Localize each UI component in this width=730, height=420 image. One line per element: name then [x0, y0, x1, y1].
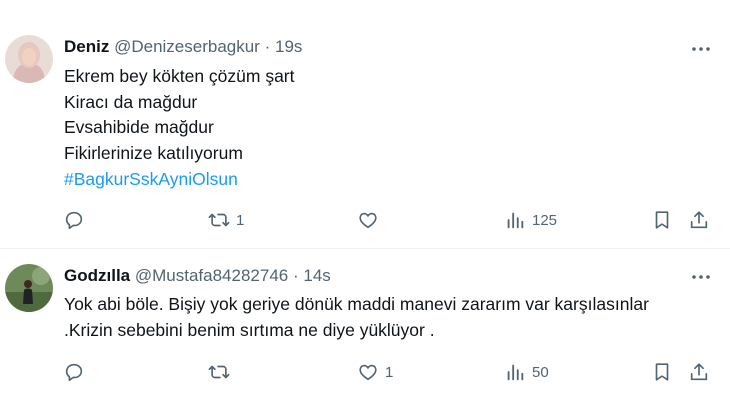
display-name[interactable]: Deniz [64, 37, 109, 56]
retweet-icon [208, 365, 230, 379]
avatar[interactable] [5, 35, 53, 83]
like-count: 1 [385, 363, 394, 381]
user-handle[interactable]: @Mustafa84282746 [135, 266, 288, 285]
display-name[interactable]: Godzılla [64, 266, 130, 285]
bookmark-button[interactable] [651, 357, 673, 387]
bookmark-icon [655, 363, 669, 381]
tweet-text: Yok abi böle. Bişiy yok geriye dönük mad… [64, 292, 649, 343]
tweet-text-line: .Krizin sebebini benim sırtıma ne diye y… [64, 319, 435, 340]
views-count: 125 [532, 211, 558, 229]
action-bar: 1 125 [0, 205, 730, 235]
reply-icon [65, 363, 83, 382]
like-icon [359, 212, 377, 229]
share-icon [690, 363, 708, 381]
tweet-header: Godzılla @Mustafa84282746 · 14s [64, 266, 331, 286]
share-button[interactable] [688, 357, 710, 387]
separator-dot: · [292, 266, 299, 285]
share-button[interactable] [688, 205, 710, 235]
tweet-text-line: Ekrem bey kökten çözüm şart [64, 66, 295, 86]
tweet[interactable]: Godzılla @Mustafa84282746 · 14s Yok abi … [0, 249, 730, 420]
views-button[interactable]: 50 [504, 357, 549, 387]
tweet-text-line: Kiracı da mağdur [64, 91, 198, 112]
like-button[interactable] [357, 205, 385, 235]
like-button[interactable]: 1 [357, 357, 393, 387]
more-icon[interactable] [690, 266, 712, 288]
retweet-count: 1 [236, 211, 245, 229]
tweet-text: Ekrem bey kökten çözüm şart Kiracı da ma… [64, 64, 295, 193]
bookmark-icon [655, 211, 669, 229]
action-bar: 1 50 [0, 357, 730, 387]
reply-button[interactable] [63, 357, 85, 387]
share-icon [690, 211, 708, 229]
views-icon [507, 364, 524, 381]
separator-dot: · [264, 37, 271, 56]
avatar[interactable] [5, 264, 53, 312]
timestamp[interactable]: 19s [275, 37, 302, 56]
like-icon [359, 364, 377, 381]
views-count: 50 [532, 363, 549, 381]
user-handle[interactable]: @Denizeserbagkur [114, 37, 260, 56]
hashtag-link[interactable]: #BagkurSskAyniOlsun [64, 167, 295, 193]
tweet-text-line: Fikirlerinize katılıyorum [64, 143, 243, 164]
timestamp[interactable]: 14s [303, 266, 330, 285]
reply-icon [65, 211, 83, 230]
reply-button[interactable] [63, 205, 85, 235]
bookmark-button[interactable] [651, 205, 673, 235]
tweet-text-line: Yok abi böle. Bişiy yok geriye dönük mad… [64, 294, 649, 314]
retweet-button[interactable]: 1 [208, 205, 244, 235]
tweet-header: Deniz @Denizeserbagkur · 19s [64, 37, 302, 57]
views-icon [507, 212, 524, 229]
more-icon[interactable] [690, 38, 712, 60]
retweet-icon [208, 213, 230, 227]
views-button[interactable]: 125 [504, 205, 557, 235]
tweet-text-line: Evsahibide mağdur [64, 117, 214, 138]
tweet[interactable]: Deniz @Denizeserbagkur · 19s Ekrem bey k… [0, 0, 730, 248]
retweet-button[interactable] [208, 357, 236, 387]
